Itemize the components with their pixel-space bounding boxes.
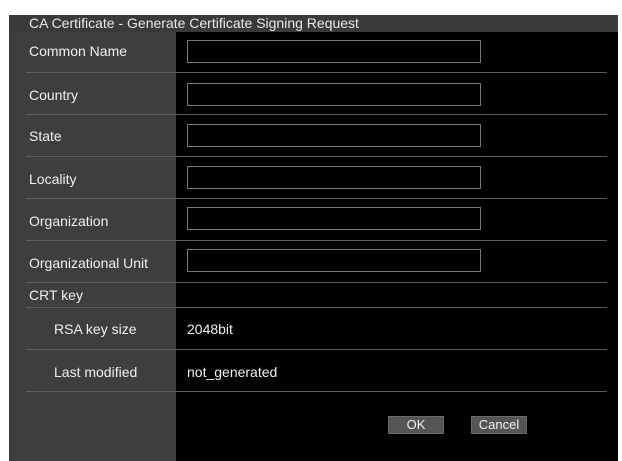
common-name-label: Common Name xyxy=(29,43,128,59)
cancel-button[interactable]: Cancel xyxy=(471,416,527,434)
row-divider xyxy=(26,156,607,157)
locality-field[interactable] xyxy=(187,166,481,189)
ok-button[interactable]: OK xyxy=(388,416,444,434)
crt-key-section-label: CRT key xyxy=(29,287,83,303)
row-divider xyxy=(26,114,607,115)
csr-dialog: CA Certificate - Generate Certificate Si… xyxy=(9,15,618,461)
dialog-title: CA Certificate - Generate Certificate Si… xyxy=(9,15,618,32)
row-divider xyxy=(26,349,607,350)
rsa-key-size-label: RSA key size xyxy=(54,321,137,337)
last-modified-label: Last modified xyxy=(54,364,138,380)
country-field[interactable] xyxy=(187,83,481,106)
row-divider xyxy=(26,198,607,199)
row-divider xyxy=(26,240,607,241)
row-divider xyxy=(26,282,607,283)
organization-label: Organization xyxy=(29,213,109,229)
rsa-key-size-value: 2048bit xyxy=(187,321,233,337)
last-modified-value: not_generated xyxy=(187,364,278,380)
organization-field[interactable] xyxy=(187,207,481,230)
row-divider xyxy=(26,72,607,73)
organizational-unit-label: Organizational Unit xyxy=(29,255,149,271)
state-label: State xyxy=(29,128,62,144)
organizational-unit-field[interactable] xyxy=(187,249,481,272)
country-label: Country xyxy=(29,87,79,103)
locality-label: Locality xyxy=(29,171,77,187)
row-divider xyxy=(26,307,607,308)
row-divider xyxy=(26,391,607,392)
state-field[interactable] xyxy=(187,124,481,147)
common-name-field[interactable] xyxy=(187,40,481,63)
